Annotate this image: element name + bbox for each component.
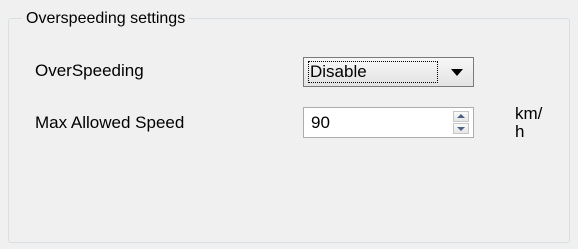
arrow-up-icon (457, 114, 465, 118)
chevron-down-icon[interactable] (451, 69, 463, 76)
spin-down-button[interactable] (453, 123, 469, 134)
max-speed-stepper[interactable]: 90 (303, 107, 474, 138)
speed-unit-label: km/ h (515, 105, 551, 141)
max-allowed-speed-label: Max Allowed Speed (35, 113, 185, 132)
speed-unit-line2: h (515, 122, 525, 141)
spin-up-button[interactable] (453, 111, 469, 122)
arrow-down-icon (457, 127, 465, 131)
overspeeding-selected-value: Disable (310, 62, 367, 81)
group-title: Overspeeding settings (22, 9, 190, 29)
speed-unit-line1: km/ (515, 104, 543, 123)
overspeeding-dropdown[interactable]: Disable (303, 57, 474, 87)
max-speed-value[interactable]: 90 (311, 112, 330, 134)
overspeeding-label: OverSpeeding (35, 61, 144, 80)
spin-buttons (453, 111, 469, 134)
